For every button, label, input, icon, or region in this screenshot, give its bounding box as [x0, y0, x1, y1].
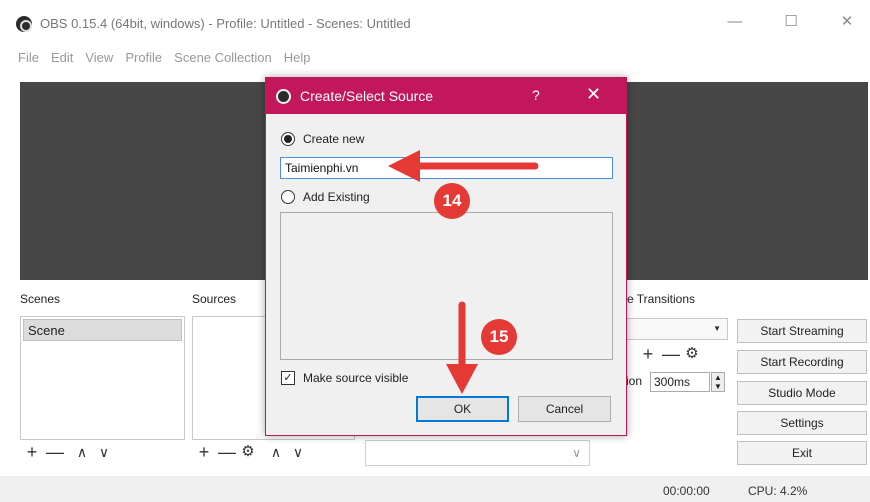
duration-input[interactable]: 300ms [650, 372, 710, 392]
transition-select[interactable]: ▼ [620, 318, 728, 340]
obs-app-icon [16, 16, 32, 32]
existing-sources-list[interactable] [280, 212, 613, 360]
chevron-down-icon: ∨ [572, 446, 581, 460]
add-scene-button[interactable]: + [24, 443, 40, 461]
exit-button[interactable]: Exit [737, 441, 867, 465]
menu-bar: File Edit View Profile Scene Collection … [0, 46, 316, 72]
dialog-titlebar: Create/Select Source ? ✕ [266, 78, 626, 114]
studio-mode-button[interactable]: Studio Mode [737, 381, 867, 405]
window-titlebar: OBS 0.15.4 (64bit, windows) - Profile: U… [0, 0, 870, 44]
remove-scene-button[interactable]: — [46, 443, 64, 461]
source-name-input[interactable] [280, 157, 613, 179]
menu-scene-collection[interactable]: Scene Collection [168, 46, 278, 72]
remove-source-button[interactable]: — [218, 443, 236, 461]
add-existing-radio[interactable] [281, 190, 295, 204]
duration-spin-icon[interactable]: ▲ ▼ [711, 372, 725, 392]
scene-item[interactable]: Scene [23, 319, 182, 341]
sources-label: Sources [192, 292, 237, 306]
add-source-button[interactable]: + [196, 443, 212, 461]
dialog-close-button[interactable]: ✕ [586, 84, 601, 105]
move-source-up-button[interactable]: ∧ [268, 443, 284, 461]
transitions-label: e Transitions [627, 292, 696, 306]
move-scene-up-button[interactable]: ∧ [74, 443, 90, 461]
make-visible-label: Make source visible [303, 371, 409, 385]
menu-view[interactable]: View [79, 46, 119, 72]
move-source-down-button[interactable]: ∨ [290, 443, 306, 461]
add-transition-button[interactable]: + [640, 345, 656, 363]
start-recording-button[interactable]: Start Recording [737, 350, 867, 374]
cancel-button[interactable]: Cancel [518, 396, 611, 422]
duration-label: ion [626, 374, 643, 388]
scenes-toolbar: + — ∧ ∨ [24, 443, 112, 461]
maximize-button[interactable]: ☐ [776, 10, 806, 34]
ok-button[interactable]: OK [416, 396, 509, 422]
menu-help[interactable]: Help [278, 46, 317, 72]
create-new-radio[interactable] [281, 132, 295, 146]
sources-toolbar: + — ⚙ ∧ ∨ [196, 443, 306, 461]
settings-button[interactable]: Settings [737, 411, 867, 435]
source-properties-gear-icon[interactable]: ⚙ [240, 443, 256, 461]
menu-file[interactable]: File [12, 46, 45, 72]
step-15-badge: 15 [481, 319, 517, 355]
cpu-usage: CPU: 4.2% [748, 484, 808, 498]
window-title: OBS 0.15.4 (64bit, windows) - Profile: U… [40, 16, 411, 31]
remove-transition-button[interactable]: — [662, 345, 680, 363]
close-button[interactable]: ✕ [832, 10, 862, 34]
create-new-label: Create new [303, 132, 365, 146]
minimize-button[interactable]: — [720, 10, 750, 34]
dropdown-arrow-icon: ▼ [713, 324, 721, 333]
move-scene-down-button[interactable]: ∨ [96, 443, 112, 461]
make-visible-checkbox[interactable]: ✓ [281, 371, 295, 385]
scenes-label: Scenes [20, 292, 61, 306]
menu-profile[interactable]: Profile [119, 46, 168, 72]
stream-time: 00:00:00 [663, 484, 710, 498]
start-streaming-button[interactable]: Start Streaming [737, 319, 867, 343]
menu-edit[interactable]: Edit [45, 46, 79, 72]
transitions-toolbar: + — ⚙ [640, 345, 700, 363]
step-14-badge: 14 [434, 183, 470, 219]
help-button[interactable]: ? [532, 87, 540, 103]
dialog-title: Create/Select Source [300, 88, 434, 104]
scenes-list[interactable]: Scene [20, 316, 185, 440]
add-existing-label: Add Existing [303, 190, 370, 204]
mixer-dropdown[interactable]: ∨ [365, 440, 590, 466]
create-select-source-dialog: Create/Select Source ? ✕ Create new Add … [265, 77, 627, 436]
transition-gear-icon[interactable]: ⚙ [684, 345, 700, 363]
status-bar: 00:00:00 CPU: 4.2% [0, 476, 870, 502]
obs-dialog-icon [276, 89, 291, 104]
